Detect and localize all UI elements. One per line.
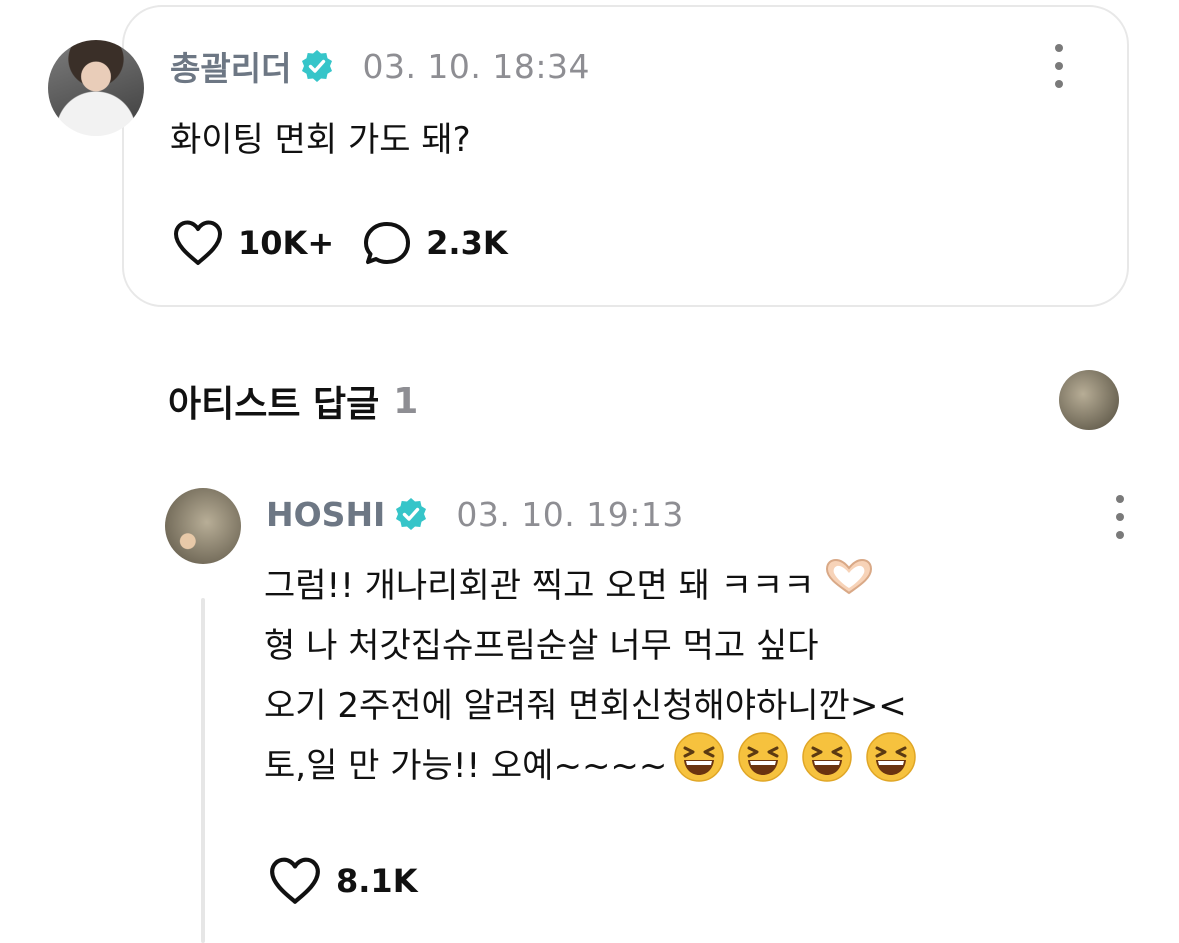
post-text: 화이팅 면회 가도 돼? (170, 120, 471, 160)
heart-hands-emoji (821, 556, 877, 616)
comment-bubble-icon[interactable] (362, 219, 412, 267)
reply-author-row: HOSHI 03. 10. 19:13 (266, 490, 684, 538)
reply-line-text: 형 나 처갓집슈프림순살 너무 먹고 싶다 (264, 626, 819, 666)
more-vertical-icon[interactable] (1049, 44, 1069, 88)
reply-line-text: 토,일 만 가능!! 오예~~~~ (264, 746, 668, 786)
reply-author-avatar[interactable] (165, 488, 241, 564)
grinning-squinting-emoji (673, 731, 725, 802)
reply-actions: 8.1K (268, 855, 417, 907)
artist-replies-header: 아티스트 답글 1 (168, 376, 418, 426)
more-vertical-icon[interactable] (1110, 495, 1130, 539)
reply-timestamp: 03. 10. 19:13 (456, 494, 684, 534)
reply-line-text: 오기 2주전에 알려줘 면회신청해야하니깐>< (264, 686, 907, 726)
post-actions: 10K+ 2.3K (172, 218, 508, 268)
artist-replies-count: 1 (393, 380, 419, 422)
verified-badge-icon (394, 497, 428, 531)
grinning-squinting-emoji (865, 731, 917, 802)
fan-post-page: 총괄리더 03. 10. 18:34 화이팅 면회 가도 돼? 10K+ 2.3… (0, 0, 1179, 943)
post-timestamp: 03. 10. 18:34 (362, 46, 590, 86)
grinning-squinting-emoji (801, 731, 853, 802)
reply-author-name[interactable]: HOSHI (266, 495, 385, 534)
post-like-count: 10K+ (238, 224, 335, 262)
verified-badge-icon (300, 49, 334, 83)
artist-avatar[interactable] (1059, 370, 1119, 430)
thread-line (201, 598, 205, 943)
artist-replies-title: 아티스트 답글 (168, 384, 380, 425)
reply-line: 토,일 만 가능!! 오예~~~~ (264, 731, 917, 796)
post-author-row: 총괄리더 03. 10. 18:34 (170, 42, 590, 90)
reply-line: 그럼!! 개나리회관 찍고 오면 돼 ㅋㅋㅋ (264, 556, 917, 616)
reply-text: 그럼!! 개나리회관 찍고 오면 돼 ㅋㅋㅋ 형 나 처갓집슈프림순살 너무 먹… (264, 556, 917, 796)
heart-icon[interactable] (268, 856, 322, 906)
post-author-avatar[interactable] (48, 40, 144, 136)
post-comment-count: 2.3K (426, 224, 508, 262)
reply-like-count: 8.1K (336, 862, 418, 900)
heart-icon[interactable] (172, 219, 224, 267)
reply-line: 오기 2주전에 알려줘 면회신청해야하니깐>< (264, 676, 917, 736)
reply-line-text: 그럼!! 개나리회관 찍고 오면 돼 ㅋㅋㅋ (264, 566, 815, 606)
post-author-name[interactable]: 총괄리더 (170, 42, 291, 90)
reply-line: 형 나 처갓집슈프림순살 너무 먹고 싶다 (264, 616, 917, 676)
grinning-squinting-emoji (737, 731, 789, 802)
